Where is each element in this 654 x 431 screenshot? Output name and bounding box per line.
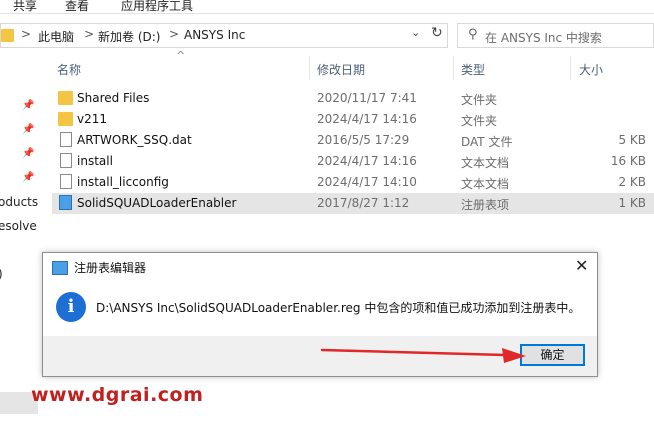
file-name: SolidSQUADLoaderEnabler: [77, 196, 237, 210]
nav-item-resolve[interactable]: esolve: [0, 219, 37, 233]
file-type: 文件夹: [461, 114, 498, 128]
file-row[interactable]: Shared Files 2020/11/17 7:41 文件夹: [52, 88, 654, 109]
file-size: 2 KB: [618, 175, 646, 189]
nav-item-partial[interactable]: ): [0, 267, 3, 281]
file-name: ARTWORK_SSQ.dat: [77, 133, 192, 147]
pin-icon: 📌: [22, 148, 35, 159]
column-divider[interactable]: [570, 56, 571, 80]
pin-icon: 📌: [22, 100, 35, 111]
chevron-right-icon: >: [169, 27, 180, 41]
refresh-icon[interactable]: ↻: [431, 25, 443, 41]
chevron-right-icon: >: [21, 27, 32, 41]
close-icon[interactable]: ✕: [575, 256, 588, 275]
file-type: 注册表项: [461, 198, 510, 212]
file-name: Shared Files: [77, 91, 150, 105]
file-modified: 2024/4/17 14:16: [317, 154, 417, 168]
file-modified: 2024/4/17 14:16: [317, 112, 417, 126]
file-row[interactable]: install 2024/4/17 14:16 文本文档 16 KB: [52, 151, 654, 172]
folder-icon: [1, 29, 14, 42]
file-modified: 2017/8/27 1:12: [317, 196, 410, 210]
file-row-selected[interactable]: SolidSQUADLoaderEnabler 2017/8/27 1:12 注…: [52, 193, 654, 214]
watermark: www.dgrai.com: [31, 384, 204, 406]
dialog-message: D:\ANSYS Inc\SolidSQUADLoaderEnabler.reg…: [96, 301, 581, 315]
dialog-title-bar[interactable]: 注册表编辑器 ✕: [43, 253, 597, 282]
column-header-modified[interactable]: 修改日期: [317, 61, 365, 78]
file-size: 16 KB: [610, 154, 646, 168]
sort-ascending-icon: ^: [176, 49, 186, 62]
file-type: 文本文档: [461, 177, 510, 191]
breadcrumb-volume-d[interactable]: 新加卷 (D:): [98, 28, 160, 45]
address-bar[interactable]: > 此电脑 > 新加卷 (D:) > ANSYS Inc ⌄ ↻: [0, 23, 448, 48]
dialog-title: 注册表编辑器: [74, 261, 147, 275]
folder-icon: [58, 112, 73, 126]
chevron-down-icon[interactable]: ⌄: [411, 26, 420, 39]
file-modified: 2020/11/17 7:41: [317, 91, 417, 105]
file-row[interactable]: install_licconfig 2024/4/17 14:10 文本文档 2…: [52, 172, 654, 193]
file-size: 1 KB: [618, 196, 646, 210]
tab-app-tools[interactable]: 应用程序工具: [121, 0, 193, 14]
file-name: v211: [77, 112, 108, 126]
info-icon: i: [56, 292, 86, 322]
column-header-size[interactable]: 大小: [579, 61, 603, 78]
breadcrumb-this-pc[interactable]: 此电脑: [38, 28, 74, 45]
nav-item-products[interactable]: oducts: [0, 195, 38, 209]
file-modified: 2024/4/17 14:10: [317, 175, 417, 189]
search-placeholder: 在 ANSYS Inc 中搜索: [485, 31, 602, 45]
column-header-type[interactable]: 类型: [461, 61, 485, 78]
tab-share[interactable]: 共享: [13, 0, 37, 14]
file-type: DAT 文件: [461, 135, 513, 149]
file-name: install_licconfig: [77, 175, 169, 189]
chevron-right-icon: >: [84, 27, 95, 41]
registry-editor-icon: [52, 261, 68, 275]
column-divider[interactable]: [453, 56, 454, 80]
registry-editor-dialog: 注册表编辑器 ✕ i D:\ANSYS Inc\SolidSQUADLoader…: [42, 252, 598, 377]
file-row[interactable]: ARTWORK_SSQ.dat 2016/5/5 17:29 DAT 文件 5 …: [52, 130, 654, 151]
file-row[interactable]: v211 2024/4/17 14:16 文件夹: [52, 109, 654, 130]
column-divider[interactable]: [309, 56, 310, 80]
file-type: 文件夹: [461, 93, 498, 107]
file-name: install: [77, 154, 113, 168]
pin-icon: 📌: [22, 124, 35, 135]
ribbon-tabs: 共享 查看 应用程序工具: [0, 0, 654, 14]
search-box[interactable]: ⚲ 在 ANSYS Inc 中搜索: [457, 23, 654, 48]
file-type: 文本文档: [461, 156, 510, 170]
breadcrumb-ansys-inc[interactable]: ANSYS Inc: [184, 28, 245, 42]
text-file-icon: [60, 174, 72, 189]
text-file-icon: [60, 153, 72, 168]
tab-view[interactable]: 查看: [65, 0, 89, 14]
pin-icon: 📌: [22, 172, 35, 183]
file-modified: 2016/5/5 17:29: [317, 133, 410, 147]
search-icon: ⚲: [468, 27, 478, 42]
folder-icon: [58, 91, 73, 105]
registry-file-icon: [59, 195, 72, 210]
file-icon: [60, 132, 72, 147]
dialog-body: i D:\ANSYS Inc\SolidSQUADLoaderEnabler.r…: [43, 282, 597, 336]
ok-button[interactable]: 确定: [520, 344, 585, 366]
file-size: 5 KB: [618, 133, 646, 147]
column-header-name[interactable]: 名称: [57, 61, 81, 78]
